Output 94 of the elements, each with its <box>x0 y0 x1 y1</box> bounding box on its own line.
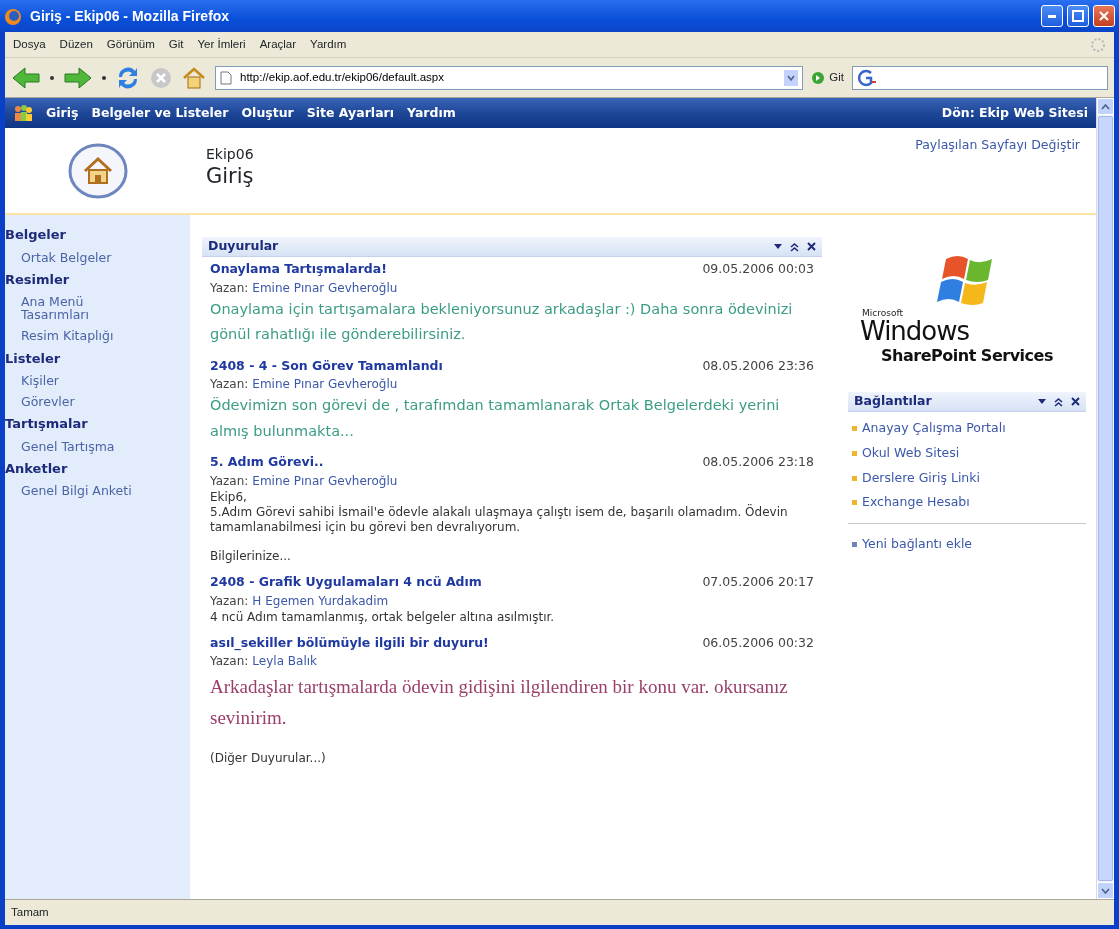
collapse-icon[interactable] <box>790 241 799 252</box>
people-icon <box>13 104 33 122</box>
logo-text: Windows <box>860 318 970 344</box>
dropdown-arrow-icon[interactable] <box>774 243 782 250</box>
close-button[interactable] <box>1093 5 1115 27</box>
collapse-icon[interactable] <box>1054 396 1063 407</box>
dropdown-arrow-icon[interactable] <box>1038 398 1046 405</box>
announcement-date: 09.05.2006 00:03 <box>702 260 814 278</box>
sidebar-link[interactable]: Genel Bilgi Anketi <box>5 480 146 502</box>
sidebar-link[interactable]: Genel Tartışma <box>5 435 146 457</box>
web-part-title: Duyurular <box>208 237 280 256</box>
dropdown-icon[interactable] <box>49 74 55 81</box>
announcement-date: 06.05.2006 00:32 <box>702 633 814 652</box>
sidebar-heading[interactable]: Listeler <box>5 346 190 370</box>
announcement-title[interactable]: Onaylama Tartışmalarda! <box>210 260 703 279</box>
page-icon <box>220 70 232 85</box>
nav-link[interactable]: Oluştur <box>241 103 294 123</box>
go-button[interactable]: Git <box>811 68 844 87</box>
scroll-up-button[interactable] <box>1097 98 1114 115</box>
nav-link[interactable]: Giriş <box>46 103 79 123</box>
nav-link[interactable]: Site Ayarları <box>306 103 395 123</box>
menu-item[interactable]: Yer İmleri <box>197 35 246 54</box>
menu-item[interactable]: Görünüm <box>106 35 155 54</box>
link-item[interactable]: Derslere Giriş Linki <box>848 465 1086 491</box>
sidebar-link[interactable]: Kişiler <box>5 370 146 392</box>
announcement-date: 08.05.2006 23:36 <box>702 356 814 375</box>
author-label: Yazan: <box>210 592 249 610</box>
site-name[interactable]: Ekip06 <box>206 144 254 165</box>
logo-text: SharePoint Services <box>881 345 1053 367</box>
announcement-text: Arkadaşlar tartışmalarda ödevin gidişini ilgilendiren bir konu var. okursanız sevinirim. <box>210 675 789 730</box>
sidebar-link[interactable]: Resim Kitaplığı <box>5 325 146 347</box>
author-name: H Egemen Yurdakadim <box>252 592 389 610</box>
menu-item[interactable]: Dosya <box>13 35 46 54</box>
scrollbar[interactable] <box>1096 98 1114 899</box>
announcement-text: 5.Adım Görevi sahibi İsmail'e ödevle alakalı ulaşmaya çalıştı isem de, başarılı olamadım. Ödevin tamamlanabilmesi için bu görevi ben devralıyorum. <box>210 504 789 535</box>
sidebar-heading[interactable]: Resimler <box>5 267 190 292</box>
status-text: Tamam <box>11 904 49 920</box>
author-label: Yazan: <box>210 653 249 671</box>
dropdown-icon[interactable] <box>101 74 107 81</box>
close-icon <box>1098 10 1110 22</box>
announcement-title[interactable]: 2408 - Grafik Uygulamaları 4 ncü Adım <box>210 572 703 592</box>
scroll-down-button[interactable] <box>1097 882 1114 899</box>
edit-page-link[interactable]: Paylaşılan Sayfayı Değiştir <box>915 128 1096 155</box>
author-name: Emine Pınar Gevheroğlu <box>252 279 398 297</box>
announcement-date: 07.05.2006 20:17 <box>702 572 814 591</box>
menu-item[interactable]: Düzen <box>59 35 93 54</box>
sidebar-link[interactable]: Ana Menü Tasarımları <box>5 291 146 326</box>
web-part-title: Bağlantılar <box>854 392 933 411</box>
search-field[interactable] <box>852 65 1108 90</box>
minimize-button[interactable] <box>1041 5 1063 27</box>
announcement-title[interactable]: 5. Adım Görevi.. <box>210 453 703 472</box>
announcement-text: 4 ncü Adım tamamlanmış, ortak belgeler altına asılmıştır. <box>210 609 556 625</box>
maximize-button[interactable] <box>1067 5 1089 27</box>
maximize-icon <box>1072 10 1084 22</box>
minimize-icon <box>1048 14 1056 18</box>
sidebar-heading[interactable]: Anketler <box>5 456 190 481</box>
search-engine-icon <box>857 68 877 87</box>
window-title: Giriş - Ekip06 - Mozilla Firefox <box>30 6 231 26</box>
close-icon[interactable] <box>807 242 816 251</box>
author-label: Yazan: <box>210 279 249 297</box>
author-label: Yazan: <box>210 376 249 394</box>
announcement-date: 08.05.2006 23:18 <box>702 453 814 471</box>
sidebar-heading[interactable]: Belgeler <box>5 223 190 247</box>
nav-link[interactable]: Belgeler ve Listeler <box>91 103 229 123</box>
author-name: Emine Pınar Gevheroğlu <box>252 376 398 394</box>
announcement-text: Bilgilerinize... <box>210 548 292 564</box>
nav-link[interactable]: Yardım <box>407 103 456 123</box>
link-item[interactable]: Anayay Çalışma Portalı <box>848 416 1086 441</box>
more-announcements-link[interactable]: (Diğer Duyurular...) <box>202 739 822 778</box>
forward-arrow-icon[interactable] <box>63 65 93 90</box>
menu-item[interactable]: Git <box>168 35 184 54</box>
announcement-title[interactable]: 2408 - 4 - Son Görev Tamamlandı <box>210 356 703 376</box>
author-label: Yazan: <box>210 472 249 490</box>
link-item[interactable]: Okul Web Sitesi <box>848 440 1086 466</box>
page-title: Giriş <box>206 165 254 189</box>
announcement-text: Ödevimizn son görevi de , tarafımdan tamamlanarak Ortak Belgelerdeki yerini almış bulunmakta... <box>210 396 781 441</box>
menu-item[interactable]: Araçlar <box>259 35 297 54</box>
back-arrow-icon[interactable] <box>11 65 41 90</box>
add-link[interactable]: Yeni bağlantı ekle <box>848 532 1086 557</box>
close-icon[interactable] <box>1071 397 1080 406</box>
author-name: Emine Pınar Gevheroğlu <box>252 472 398 490</box>
sidebar-link[interactable]: Görevler <box>5 391 146 413</box>
throbber-icon <box>1090 35 1106 54</box>
announcement-text: Onaylama için tartışamalara bekleniyorsunuz arkadaşlar :) Daha sonra ödevinizi gönül rahatlığı ile gönderebilirsiniz. <box>210 299 794 345</box>
address-bar[interactable]: http://ekip.aof.edu.tr/ekip06/default.aspx <box>215 65 804 90</box>
link-item[interactable]: Exchange Hesabı <box>848 490 1086 515</box>
announcement-text: Ekip6, <box>210 489 248 505</box>
announcement-title[interactable]: asıl_sekiller bölümüyle ilgili bir duyuru! <box>210 633 703 653</box>
sidebar-heading[interactable]: Tartışmalar <box>5 412 190 436</box>
sidebar-link[interactable]: Ortak Belgeler <box>5 246 146 268</box>
logo-text: Microsoft <box>862 309 903 318</box>
nav-link[interactable]: Dön: Ekip Web Sitesi <box>941 103 1088 123</box>
menu-item[interactable]: Yardım <box>310 35 347 54</box>
author-name: Leyla Balık <box>252 653 317 671</box>
